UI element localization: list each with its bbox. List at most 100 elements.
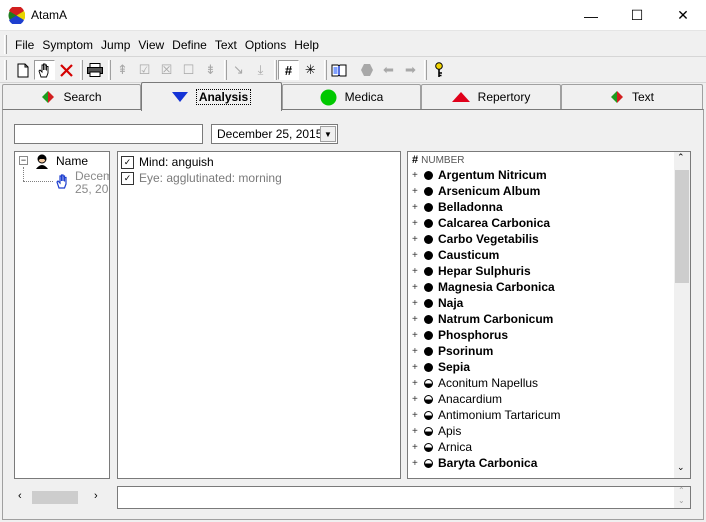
list-item[interactable]: + Argentum Nitricum bbox=[412, 167, 547, 183]
forward-button[interactable]: ➡ bbox=[400, 60, 421, 80]
expand-icon[interactable]: + bbox=[412, 266, 422, 277]
pointer-arrow-button[interactable]: ⤓ bbox=[250, 60, 271, 80]
list-item[interactable]: + Sepia bbox=[412, 359, 470, 375]
tab-repertory[interactable]: Repertory bbox=[421, 84, 561, 109]
scroll-down-icon[interactable]: ⌄ bbox=[677, 462, 685, 473]
scroll-thumb[interactable] bbox=[32, 491, 78, 504]
hand-tool-button[interactable] bbox=[34, 60, 55, 80]
maximize-button[interactable]: ☐ bbox=[614, 0, 660, 31]
list-item[interactable]: + Belladonna bbox=[412, 199, 503, 215]
check-icon[interactable]: ✓ bbox=[121, 171, 134, 185]
new-document-button[interactable] bbox=[12, 60, 33, 80]
hexagon-button[interactable] bbox=[356, 60, 377, 80]
tab-medica[interactable]: Medica bbox=[282, 84, 421, 109]
expand-icon[interactable]: + bbox=[412, 410, 422, 421]
menu-jump[interactable]: Jump bbox=[97, 37, 134, 53]
expand-icon[interactable]: + bbox=[412, 426, 422, 437]
asterisk-button[interactable]: ✳ bbox=[300, 60, 321, 80]
date-select[interactable]: December 25, 2015 bbox=[211, 124, 338, 144]
list-item[interactable]: ✓ Mind: anguish bbox=[121, 155, 214, 169]
expand-icon[interactable]: + bbox=[412, 282, 422, 293]
tree-child-label[interactable]: December 25, 2015 bbox=[75, 170, 109, 196]
remedy-name: Antimonium Tartaricum bbox=[438, 408, 561, 422]
menu-view[interactable]: View bbox=[134, 37, 168, 53]
scroll-right-icon[interactable]: › bbox=[94, 490, 98, 502]
tab-analysis[interactable]: Analysis bbox=[141, 82, 282, 111]
list-item[interactable]: + Carbo Vegetabilis bbox=[412, 231, 539, 247]
remedies-header[interactable]: # NUMBER bbox=[412, 152, 464, 168]
close-button[interactable]: ✕ bbox=[660, 0, 706, 31]
list-item[interactable]: + Hepar Sulphuris bbox=[412, 263, 531, 279]
list-item[interactable]: + Anacardium bbox=[412, 391, 502, 407]
hash-number-button[interactable]: # bbox=[278, 60, 299, 80]
check-button[interactable]: ☑ bbox=[134, 60, 155, 80]
key-button[interactable] bbox=[428, 60, 449, 80]
list-item[interactable]: + Apis bbox=[412, 423, 461, 439]
empty-box-button[interactable]: ☐ bbox=[178, 60, 199, 80]
collapse-toggle[interactable]: − bbox=[19, 156, 28, 165]
tab-search[interactable]: Search bbox=[2, 84, 141, 109]
move-down-button[interactable]: ⇟ bbox=[200, 60, 221, 80]
expand-icon[interactable]: + bbox=[412, 170, 422, 181]
tree-root-label[interactable]: Name bbox=[56, 154, 88, 168]
list-item[interactable]: + Aconitum Napellus bbox=[412, 375, 538, 391]
expand-icon[interactable]: + bbox=[412, 346, 422, 357]
delete-button[interactable] bbox=[56, 60, 77, 80]
toolbar-grip[interactable] bbox=[4, 60, 7, 80]
minimize-button[interactable]: — bbox=[568, 0, 614, 31]
case-name-input[interactable] bbox=[14, 124, 203, 144]
check-icon[interactable]: ✓ bbox=[121, 155, 134, 169]
move-up-button[interactable]: ⇞ bbox=[112, 60, 133, 80]
scroll-up-icon[interactable]: ⌃ bbox=[678, 486, 685, 495]
list-item[interactable]: + Baryta Carbonica bbox=[412, 455, 537, 471]
date-dropdown-button[interactable]: ▼ bbox=[320, 126, 336, 142]
list-item[interactable]: ✓ Eye: agglutinated: morning bbox=[121, 171, 282, 185]
expand-icon[interactable]: + bbox=[412, 378, 422, 389]
expand-icon[interactable]: + bbox=[412, 330, 422, 341]
list-item[interactable]: + Arsenicum Album bbox=[412, 183, 540, 199]
date-value: December 25, 2015 bbox=[217, 127, 323, 141]
expand-icon[interactable]: + bbox=[412, 298, 422, 309]
scroll-down-icon[interactable]: ⌄ bbox=[678, 496, 685, 505]
list-item[interactable]: + Antimonium Tartaricum bbox=[412, 407, 560, 423]
uncheck-button[interactable]: ☒ bbox=[156, 60, 177, 80]
expand-icon[interactable]: + bbox=[412, 234, 422, 245]
expand-icon[interactable]: + bbox=[412, 314, 422, 325]
book-button[interactable] bbox=[328, 60, 349, 80]
expand-icon[interactable]: + bbox=[412, 458, 422, 469]
scroll-left-icon[interactable]: ‹ bbox=[18, 490, 22, 502]
list-item[interactable]: + Magnesia Carbonica bbox=[412, 279, 555, 295]
expand-icon[interactable]: + bbox=[412, 442, 422, 453]
menu-help[interactable]: Help bbox=[290, 37, 323, 53]
menu-symptom[interactable]: Symptom bbox=[38, 37, 97, 53]
list-item[interactable]: + Phosphorus bbox=[412, 327, 508, 343]
expand-icon[interactable]: + bbox=[412, 202, 422, 213]
scroll-thumb[interactable] bbox=[675, 170, 689, 283]
person-icon bbox=[36, 154, 48, 169]
expand-icon[interactable]: + bbox=[412, 394, 422, 405]
menu-text[interactable]: Text bbox=[211, 37, 241, 53]
menu-options[interactable]: Options bbox=[241, 37, 290, 53]
pointer-down-button[interactable]: ↘ bbox=[228, 60, 249, 80]
tab-text[interactable]: Text bbox=[561, 84, 703, 109]
bottom-text-field[interactable] bbox=[117, 486, 691, 509]
scroll-up-icon[interactable]: ⌃ bbox=[677, 152, 685, 163]
print-button[interactable] bbox=[84, 60, 105, 80]
back-button[interactable]: ⬅ bbox=[378, 60, 399, 80]
bottom-field-scrollbar[interactable]: ⌃ ⌄ bbox=[674, 486, 690, 508]
list-item[interactable]: + Causticum bbox=[412, 247, 499, 263]
case-tree[interactable]: − Name December 25, 2015 bbox=[14, 151, 110, 479]
expand-icon[interactable]: + bbox=[412, 362, 422, 373]
menu-file[interactable]: File bbox=[11, 37, 38, 53]
list-item[interactable]: + Arnica bbox=[412, 439, 472, 455]
menu-grip[interactable] bbox=[4, 35, 7, 54]
list-item[interactable]: + Psorinum bbox=[412, 343, 493, 359]
tree-horizontal-scrollbar[interactable]: ‹ › bbox=[14, 489, 110, 506]
expand-icon[interactable]: + bbox=[412, 186, 422, 197]
menu-define[interactable]: Define bbox=[168, 37, 211, 53]
list-item[interactable]: + Calcarea Carbonica bbox=[412, 215, 550, 231]
list-item[interactable]: + Natrum Carbonicum bbox=[412, 311, 553, 327]
list-item[interactable]: + Naja bbox=[412, 295, 463, 311]
expand-icon[interactable]: + bbox=[412, 218, 422, 229]
expand-icon[interactable]: + bbox=[412, 250, 422, 261]
